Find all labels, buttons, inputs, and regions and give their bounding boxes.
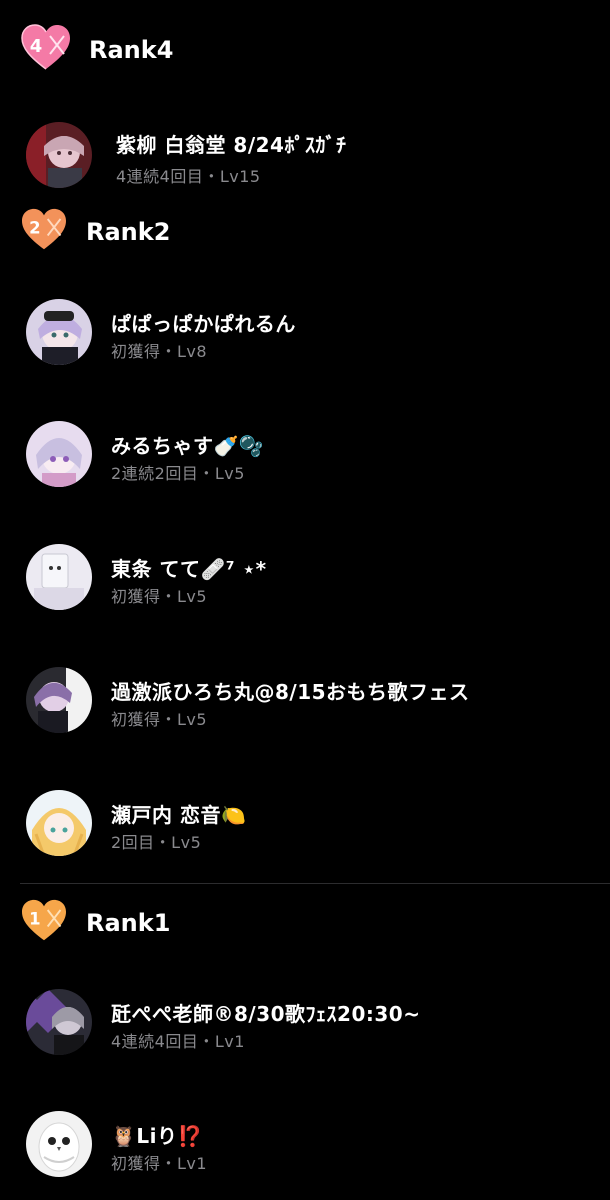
user-row[interactable]: 瓩ぺぺ老師®8/30歌ﾌｪｽ20:30~ 4連続4回目・Lv1 xyxy=(0,980,610,1060)
user-name: 東条 てて🩹⁷ ⋆* xyxy=(111,557,267,581)
user-row[interactable]: 過激派ひろち丸@8/15おもち歌フェス 初獲得・Lv5 xyxy=(0,658,610,738)
user-meta: 初獲得・Lv5 xyxy=(111,710,208,729)
user-row[interactable]: 🦉Liり⁉️ 初獲得・Lv1 xyxy=(0,1102,610,1182)
user-name: ぱぱっぱかぱれるん xyxy=(111,312,296,336)
user-name: 瓩ぺぺ老師®8/30歌ﾌｪｽ20:30~ xyxy=(111,1002,421,1026)
avatar[interactable] xyxy=(26,989,92,1055)
user-meta: 4連続4回目・Lv1 xyxy=(111,1032,245,1051)
avatar[interactable] xyxy=(26,544,92,610)
user-meta: 初獲得・Lv1 xyxy=(111,1154,208,1173)
heart-badge-icon: 2 xyxy=(20,208,68,252)
user-row[interactable]: 紫柳 白翁堂 8/24ﾎﾟｽｶﾞﾁ 4連続4回目・Lv15 xyxy=(0,117,610,197)
user-meta: 初獲得・Lv5 xyxy=(111,587,208,606)
svg-text:1: 1 xyxy=(29,910,40,929)
user-meta: 2回目・Lv5 xyxy=(111,833,202,852)
user-name: 🦉Liり⁉️ xyxy=(111,1124,203,1148)
avatar[interactable] xyxy=(26,421,92,487)
user-meta: 4連続4回目・Lv15 xyxy=(116,167,261,186)
user-row[interactable]: ぱぱっぱかぱれるん 初獲得・Lv8 xyxy=(0,290,610,370)
user-name: 瀬戸内 恋音🍋 xyxy=(111,803,247,827)
svg-text:2: 2 xyxy=(29,219,40,238)
user-row[interactable]: 瀬戸内 恋音🍋 2回目・Lv5 xyxy=(0,781,610,861)
user-row[interactable]: みるちゃす🍼🫧 2連続2回目・Lv5 xyxy=(0,412,610,492)
rank-title: Rank4 xyxy=(89,36,174,64)
user-row[interactable]: 東条 てて🩹⁷ ⋆* 初獲得・Lv5 xyxy=(0,535,610,615)
user-meta: 2連続2回目・Lv5 xyxy=(111,464,245,483)
user-name: 紫柳 白翁堂 8/24ﾎﾟｽｶﾞﾁ xyxy=(116,133,347,157)
section-divider xyxy=(20,883,610,884)
avatar[interactable] xyxy=(26,122,92,188)
section-header-rank2: 2 Rank2 xyxy=(0,202,610,262)
avatar[interactable] xyxy=(26,667,92,733)
heart-badge-icon: 1 xyxy=(20,899,68,943)
section-header-rank1: 1 Rank1 xyxy=(0,893,610,953)
rank-title: Rank1 xyxy=(86,909,171,937)
heart-badge-icon: 4 xyxy=(20,24,72,72)
svg-text:4: 4 xyxy=(30,36,43,57)
section-header-rank4: 4 Rank4 xyxy=(0,20,610,80)
user-name: 過激派ひろち丸@8/15おもち歌フェス xyxy=(111,680,470,704)
user-name: みるちゃす🍼🫧 xyxy=(111,434,265,458)
avatar[interactable] xyxy=(26,790,92,856)
avatar[interactable] xyxy=(26,299,92,365)
avatar[interactable] xyxy=(26,1111,92,1177)
rank-title: Rank2 xyxy=(86,218,171,246)
user-meta: 初獲得・Lv8 xyxy=(111,342,208,361)
